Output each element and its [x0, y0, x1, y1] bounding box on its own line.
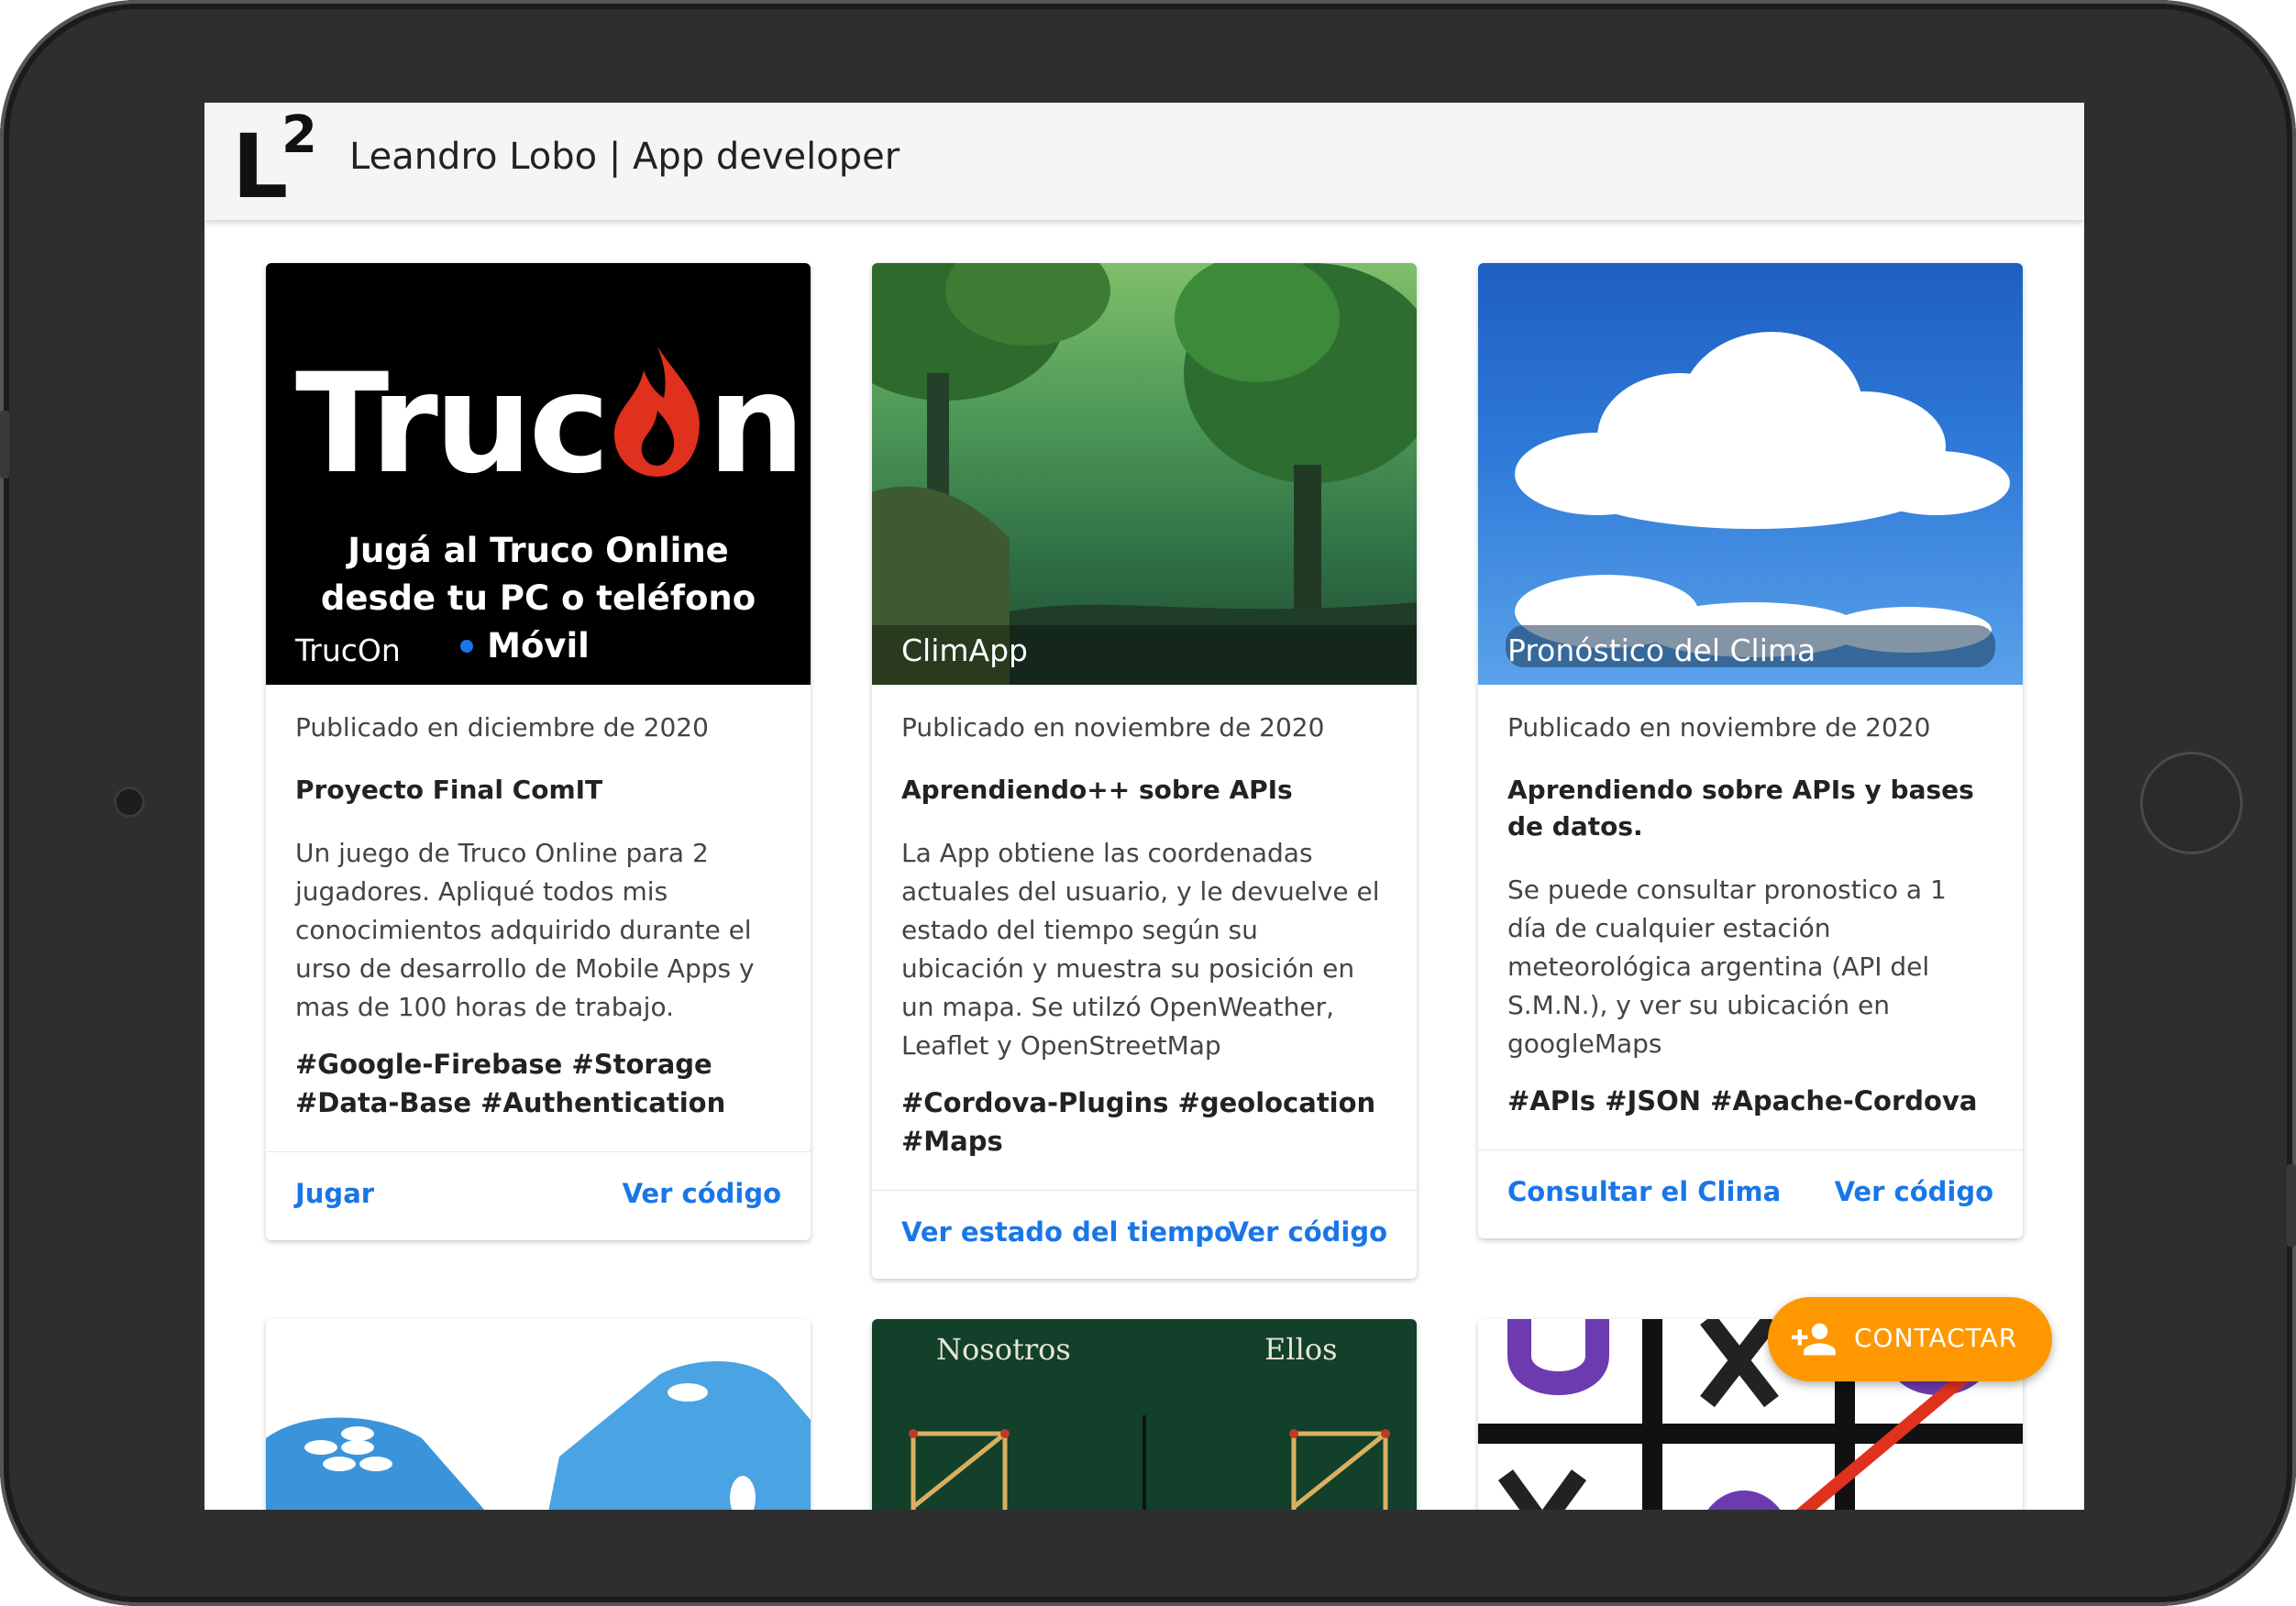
card-description: La App obtiene las coordenadas actuales …	[901, 838, 1380, 1061]
card-media[interactable]	[266, 1319, 811, 1510]
play-button[interactable]: Jugar	[295, 1178, 374, 1209]
project-card-forecast: Pronóstico del Clima Publicado en noviem…	[1478, 263, 2023, 1238]
published-date: Publicado en noviembre de 2020	[901, 712, 1325, 742]
card-actions: Consultar el Clima Ver código	[1478, 1150, 2023, 1238]
weather-status-button[interactable]: Ver estado del tiempo	[901, 1216, 1232, 1248]
card-tags: #Google-Firebase #Storage #Data-Base #Au…	[295, 1049, 726, 1118]
page-title: Leandro Lobo | App developer	[349, 136, 900, 178]
card-subtitle: Aprendiendo++ sobre APIs	[901, 775, 1293, 805]
trucon-brand: Truc n	[295, 346, 805, 498]
card-tags: #Cordova-Plugins #geolocation #Maps	[901, 1087, 1376, 1157]
app-bar: L 2 Leandro Lobo | App developer	[204, 103, 2084, 220]
project-card-dice	[266, 1319, 811, 1510]
camera-icon	[114, 786, 145, 818]
logo-letter: L	[232, 116, 289, 218]
card-media[interactable]: ClimApp	[872, 263, 1417, 685]
project-card-trucon: Truc n Jugá al Truco Online desde tu PC o…	[266, 263, 811, 1240]
card-body: Publicado en diciembre de 2020 Proyecto …	[266, 685, 811, 1151]
dice-illustration	[266, 1361, 811, 1510]
published-date: Publicado en noviembre de 2020	[1507, 712, 1931, 742]
brand-text-b: n	[707, 345, 806, 504]
person-add-icon	[1792, 1323, 1836, 1356]
project-card-truco-score: Nosotros Ellos	[872, 1319, 1417, 1510]
matchstick-score-icon	[909, 1415, 1390, 1510]
card-body: Publicado en noviembre de 2020 Aprendien…	[1478, 685, 2023, 1150]
cloud-illustration	[1506, 332, 2010, 667]
forest-illustration	[872, 263, 1417, 685]
logo[interactable]: L 2	[232, 110, 324, 212]
card-title: TrucOn	[295, 632, 401, 668]
status-dot	[460, 640, 473, 653]
card-description: Se puede consultar pronostico a 1 día de…	[1507, 874, 1947, 1059]
flame-icon	[607, 346, 708, 480]
side-button	[2287, 1164, 2296, 1247]
published-date: Publicado en diciembre de 2020	[295, 712, 709, 742]
card-media[interactable]: Nosotros Ellos	[872, 1319, 1417, 1510]
card-title: Pronóstico del Clima	[1507, 632, 1816, 668]
tagline-line-1: Jugá al Truco Online	[348, 531, 729, 570]
logo-superscript: 2	[281, 105, 317, 165]
card-title: ClimApp	[901, 632, 1028, 668]
brand-text-a: Truc	[295, 345, 611, 504]
card-media[interactable]: Truc n Jugá al Truco Online desde tu PC o…	[266, 263, 811, 685]
contact-button[interactable]: CONTACTAR	[1768, 1297, 2052, 1381]
card-actions: Jugar Ver código	[266, 1151, 811, 1240]
card-subtitle: Aprendiendo sobre APIs y bases de datos.	[1507, 775, 1974, 842]
volume-button	[0, 411, 9, 478]
card-description: Un juego de Truco Online para 2 jugadore…	[295, 838, 755, 1022]
contact-label: CONTACTAR	[1854, 1323, 2018, 1353]
view-code-button[interactable]: Ver código	[1835, 1176, 1993, 1207]
card-subtitle: Proyecto Final ComIT	[295, 775, 603, 805]
screen: L 2 Leandro Lobo | App developer Truc n J…	[204, 103, 2084, 1510]
view-code-button[interactable]: Ver código	[623, 1178, 781, 1209]
view-code-button[interactable]: Ver código	[1229, 1216, 1387, 1248]
card-body: Publicado en noviembre de 2020 Aprendien…	[872, 685, 1417, 1190]
check-weather-button[interactable]: Consultar el Clima	[1507, 1176, 1781, 1207]
tablet-frame: L 2 Leandro Lobo | App developer Truc n J…	[0, 0, 2296, 1606]
card-actions: Ver estado del tiempo Ver código	[872, 1190, 1417, 1279]
card-tags: #APIs #JSON #Apache-Cordova	[1507, 1085, 1978, 1116]
card-media[interactable]: Pronóstico del Clima	[1478, 263, 2023, 685]
home-button[interactable]	[2140, 752, 2243, 854]
project-card-climapp: ClimApp Publicado en noviembre de 2020 A…	[872, 263, 1417, 1279]
